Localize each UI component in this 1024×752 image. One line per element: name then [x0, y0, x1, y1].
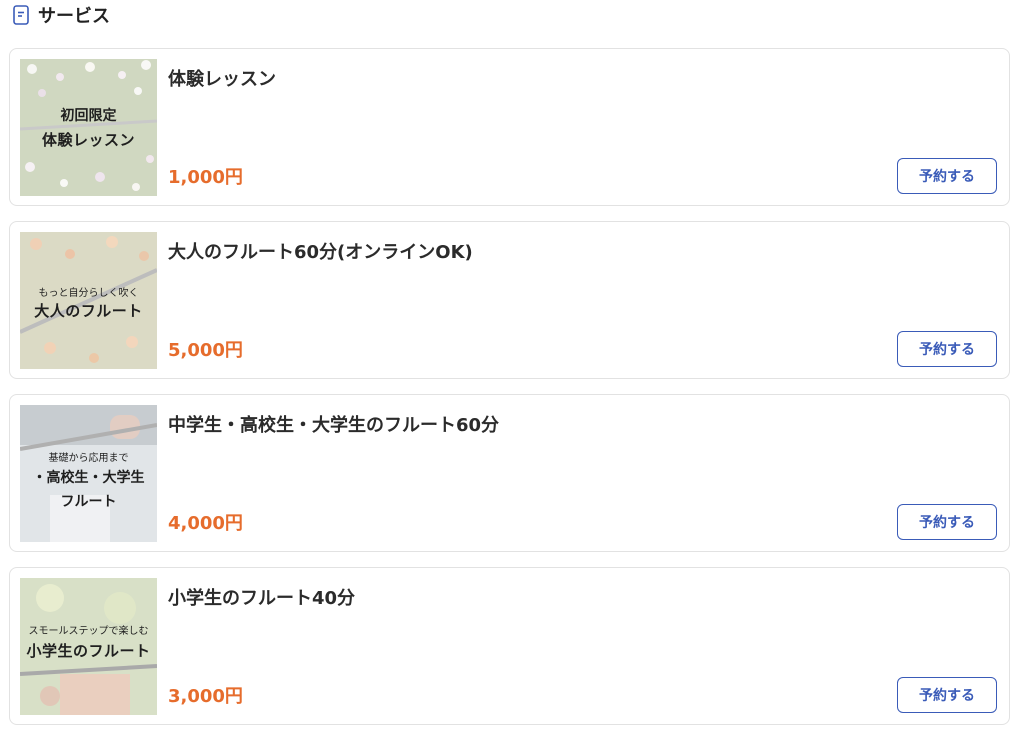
service-title: 小学生のフルート40分 — [168, 588, 356, 609]
thumbnail-caption: 大人のフルート — [34, 302, 143, 320]
section-title: サービス — [38, 6, 110, 27]
section-header: サービス — [12, 0, 110, 30]
service-thumbnail: 初回限定 体験レッスン — [20, 59, 157, 196]
thumbnail-caption: フルート — [60, 494, 117, 510]
thumbnail-caption: 基礎から応用まで — [48, 453, 129, 464]
service-thumbnail: スモールステップで楽しむ 小学生のフルート — [20, 578, 157, 715]
service-price: 1,000円 — [168, 167, 243, 188]
service-title: 体験レッスン — [168, 69, 276, 90]
service-card: 基礎から応用まで ・高校生・大学生 フルート 中学生・高校生・大学生のフルート6… — [9, 394, 1010, 552]
service-card: スモールステップで楽しむ 小学生のフルート 小学生のフルート40分 3,000円… — [9, 567, 1010, 725]
service-thumbnail: 基礎から応用まで ・高校生・大学生 フルート — [20, 405, 157, 542]
service-card: もっと自分らしく吹く 大人のフルート 大人のフルート60分(オンラインOK) 5… — [9, 221, 1010, 379]
thumbnail-caption: 小学生のフルート — [26, 642, 151, 660]
thumbnail-caption: もっと自分らしく吹く — [38, 288, 139, 299]
thumbnail-caption: スモールステップで楽しむ — [28, 626, 149, 637]
document-icon — [12, 4, 30, 26]
service-price: 4,000円 — [168, 513, 243, 534]
reserve-button[interactable]: 予約する — [897, 158, 997, 194]
service-price: 5,000円 — [168, 340, 243, 361]
service-card: 初回限定 体験レッスン 体験レッスン 1,000円 予約する — [9, 48, 1010, 206]
thumbnail-caption: 初回限定 — [60, 108, 117, 124]
services-page: サービス 初回限定 体験レッスン 体験レッスン 1,000円 予約する もっと自… — [0, 0, 1024, 752]
service-title: 大人のフルート60分(オンラインOK) — [168, 242, 473, 263]
service-price: 3,000円 — [168, 686, 243, 707]
service-thumbnail: もっと自分らしく吹く 大人のフルート — [20, 232, 157, 369]
thumbnail-caption: ・高校生・大学生 — [32, 470, 145, 486]
reserve-button[interactable]: 予約する — [897, 331, 997, 367]
reserve-button[interactable]: 予約する — [897, 504, 997, 540]
reserve-button[interactable]: 予約する — [897, 677, 997, 713]
service-title: 中学生・高校生・大学生のフルート60分 — [168, 415, 500, 436]
thumbnail-caption: 体験レッスン — [41, 131, 135, 149]
